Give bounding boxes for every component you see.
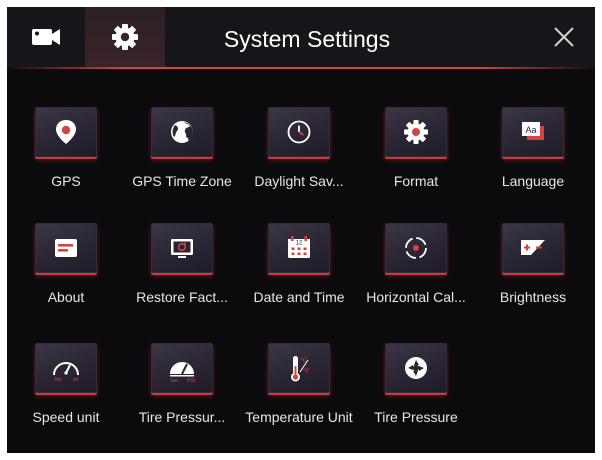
- location-pin-icon: [56, 120, 76, 144]
- crosshair-icon: [405, 237, 427, 259]
- tile-box: [151, 223, 213, 273]
- language-item[interactable]: Aa Language: [475, 107, 591, 217]
- about-item[interactable]: About: [8, 223, 124, 333]
- camera-icon: [32, 29, 60, 45]
- svg-text:bar: bar: [171, 378, 179, 384]
- tile-box: °C °F: [268, 343, 330, 393]
- language-icon: Aa: [522, 122, 544, 140]
- page-title: System Settings: [223, 26, 391, 52]
- svg-text:Aa: Aa: [525, 125, 536, 135]
- speedometer-icon: km mi: [53, 362, 79, 383]
- date-and-time-item[interactable]: 12 Date and Time: [241, 223, 357, 333]
- item-label: Brightness: [499, 289, 567, 305]
- item-label: Temperature Unit: [245, 409, 353, 425]
- tile-box: [35, 223, 97, 273]
- gps-time-zone-item[interactable]: GPS Time Zone: [124, 107, 240, 217]
- tile-box: bar PSI: [151, 343, 213, 393]
- item-label: Format: [393, 173, 439, 189]
- svg-text:°F: °F: [303, 369, 309, 375]
- header-accent-line: [7, 67, 595, 69]
- svg-text:PSI: PSI: [187, 378, 195, 384]
- calendar-icon: 12: [288, 236, 310, 258]
- tile-box: [385, 107, 447, 157]
- tile-box: [385, 223, 447, 273]
- tire-pressure-item[interactable]: Tire Pressure: [358, 343, 474, 453]
- pressure-gauge-icon: bar PSI: [170, 362, 195, 384]
- item-label: GPS Time Zone: [132, 173, 232, 189]
- brightness-icon: [521, 240, 545, 255]
- svg-text:°C: °C: [301, 358, 308, 364]
- format-item[interactable]: Format: [358, 107, 474, 217]
- gear-icon: [112, 24, 138, 50]
- tile-box: [151, 107, 213, 157]
- item-label: About: [47, 289, 85, 305]
- tile-box: [268, 107, 330, 157]
- close-icon: [554, 27, 574, 47]
- device-screen: System Settings GPS GPS Time Zone Daylig…: [7, 7, 595, 453]
- svg-text:mi: mi: [73, 377, 78, 383]
- globe-icon: [171, 121, 193, 143]
- tile-box: km mi: [35, 343, 97, 393]
- tile-box: [35, 107, 97, 157]
- tab-camera[interactable]: [7, 7, 85, 67]
- item-label: GPS: [51, 173, 81, 189]
- item-label: Language: [501, 173, 565, 189]
- item-label: Restore Fact...: [136, 289, 228, 305]
- info-card-icon: [55, 239, 77, 257]
- gps-item[interactable]: GPS: [8, 107, 124, 217]
- item-label: Horizontal Cal...: [366, 289, 466, 305]
- item-label: Daylight Sav...: [254, 173, 344, 189]
- tire-pressure-unit-item[interactable]: bar PSI Tire Pressur...: [124, 343, 240, 453]
- tire-icon: [405, 357, 427, 379]
- speed-unit-item[interactable]: km mi Speed unit: [8, 343, 124, 453]
- gear-format-icon: [404, 120, 428, 144]
- item-label: Tire Pressur...: [138, 409, 226, 425]
- restore-factory-item[interactable]: Restore Fact...: [124, 223, 240, 333]
- item-label: Date and Time: [253, 289, 345, 305]
- daylight-saving-item[interactable]: Daylight Sav...: [241, 107, 357, 217]
- svg-text:km: km: [55, 377, 62, 383]
- tile-box: [385, 343, 447, 393]
- tile-box: 12: [268, 223, 330, 273]
- tab-settings[interactable]: [85, 7, 165, 67]
- item-label: Tire Pressure: [374, 409, 458, 425]
- svg-text:12: 12: [296, 241, 303, 247]
- top-bar: System Settings: [7, 7, 595, 69]
- restore-icon: [171, 239, 193, 258]
- brightness-item[interactable]: Brightness: [475, 223, 591, 333]
- close-button[interactable]: [547, 20, 581, 54]
- temperature-unit-item[interactable]: °C °F Temperature Unit: [241, 343, 357, 453]
- tile-box: [502, 223, 564, 273]
- thermometer-icon: °C °F: [291, 356, 309, 382]
- tile-box: Aa: [502, 107, 564, 157]
- item-label: Speed unit: [32, 409, 100, 425]
- horizontal-calibration-item[interactable]: Horizontal Cal...: [358, 223, 474, 333]
- clock-icon: [287, 120, 311, 144]
